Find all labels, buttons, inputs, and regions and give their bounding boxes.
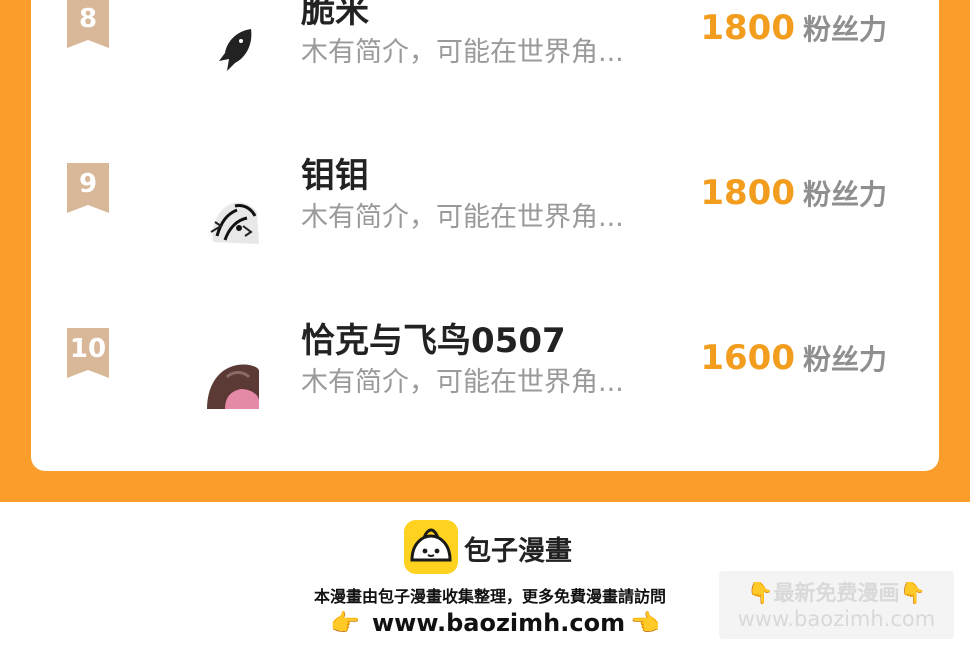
pointing-right-icon: 👉 [330,609,360,637]
rank-number: 9 [78,169,98,199]
user-avatar[interactable] [207,192,259,244]
user-name[interactable]: 恰克与飞鸟0507 [301,321,566,361]
ranking-row[interactable]: 10 恰克与飞鸟0507 木有简介，可能在世界角... 1600 粉丝力 [31,291,939,421]
user-avatar[interactable] [207,357,259,409]
watermark-title: 👇最新免费漫画👇 [747,581,926,605]
brand-name: 包子漫畫 [464,536,572,567]
fans-unit: 粉丝力 [802,178,887,211]
fans-unit: 粉丝力 [802,343,887,376]
watermark-url: www.baozimh.com [737,607,936,631]
user-bio: 木有简介，可能在世界角... [301,202,624,233]
fans-value: 1800 [700,8,795,48]
ranking-row[interactable]: 9 钼钼 木有简介，可能在世界角... 1800 粉丝力 [31,126,939,256]
fans-value: 1600 [700,338,795,378]
user-name[interactable]: 钼钼 [301,156,369,196]
fans-score: 1800 粉丝力 [700,8,887,48]
fish-icon[interactable] [207,27,259,79]
pointing-left-icon: 👈 [630,609,660,637]
user-bio: 木有简介，可能在世界角... [301,367,624,398]
fans-score: 1600 粉丝力 [700,338,887,378]
rank-badge: 9 [65,163,111,213]
fans-score: 1800 粉丝力 [700,173,887,213]
ranking-row[interactable]: 8 脆米 木有简介，可能在世界角... 1800 粉丝力 [31,0,939,91]
rank-number: 10 [69,334,107,364]
site-url[interactable]: www.baozimh.com [372,606,625,640]
user-name[interactable]: 脆米 [301,0,369,31]
baozi-logo-icon [404,520,458,574]
rank-badge: 10 [65,328,111,378]
footer: 包子漫畫 本漫畫由包子漫畫收集整理，更多免費漫畫請訪問 👉 www.baozim… [0,502,970,654]
watermark: 👇最新免费漫画👇 www.baozimh.com [719,571,954,639]
site-link[interactable]: 👉 www.baozimh.com 👈 [330,606,660,640]
fans-unit: 粉丝力 [802,13,887,46]
rank-number: 8 [78,4,98,34]
ranking-card: 8 脆米 木有简介，可能在世界角... 1800 粉丝力 9 钼钼 木有简介，可… [31,0,939,471]
rank-badge: 8 [65,0,111,48]
user-bio: 木有简介，可能在世界角... [301,37,624,68]
fans-value: 1800 [700,173,795,213]
